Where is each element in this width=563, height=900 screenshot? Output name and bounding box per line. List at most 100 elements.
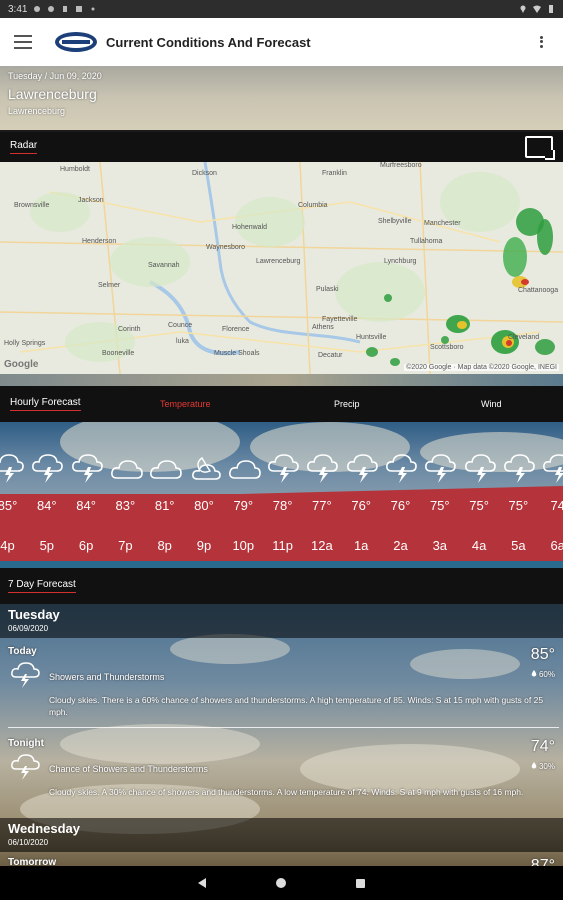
hour-time: 4a	[471, 538, 487, 553]
period-precip-value: 30%	[538, 762, 555, 771]
map-label: Florence	[222, 326, 250, 333]
hour-time: 6a	[550, 538, 563, 553]
wifi-icon	[533, 5, 541, 13]
day-date: 06/10/2020	[8, 838, 49, 847]
thunderstorm-icon	[268, 454, 299, 483]
hamburger-menu-icon[interactable]	[14, 35, 32, 49]
hour-temperature: 80°	[194, 498, 214, 513]
hour-column: 78° 11p	[263, 422, 302, 568]
thunderstorm-icon	[32, 454, 64, 483]
hour-column: 83° 7p	[106, 422, 145, 568]
map-label: Jackson	[78, 197, 104, 204]
map-label: Lynchburg	[384, 258, 417, 265]
weather-logo-icon	[55, 32, 97, 52]
map-label: Huntsville	[356, 334, 387, 341]
map-label: Athens	[312, 324, 334, 331]
period-precip-value: 60%	[538, 670, 555, 679]
map-label: Selmer	[98, 282, 121, 289]
hour-column: 84° 5p	[27, 422, 66, 568]
map-label: Columbia	[298, 202, 328, 209]
thunderstorm-icon	[503, 454, 535, 483]
hour-time: 8p	[157, 538, 172, 553]
hour-time: 11p	[272, 538, 293, 553]
period-precip: 60%	[531, 670, 555, 679]
period-condition: Showers and Thunderstorms	[49, 672, 165, 682]
hour-temperature: 81°	[154, 498, 175, 513]
recents-icon[interactable]	[356, 878, 365, 888]
home-icon[interactable]	[276, 878, 286, 888]
seven-day-forecast[interactable]: Tuesday 06/09/2020 Today Showers and Thu…	[0, 604, 563, 866]
hour-temperature: 77°	[312, 498, 332, 513]
divider	[8, 727, 559, 728]
hour-temperature: 85°	[0, 498, 18, 513]
hourly-forecast-strip[interactable]: 85° 4p 84° 5p 84° 6p 83° 7p 81° 8p 80° 9p 79° 10p 78° 1…	[0, 422, 563, 568]
period-description: Cloudy skies. A 30% chance of showers an…	[49, 787, 524, 797]
seven-day-label: 7 Day Forecast	[8, 579, 76, 593]
hour-temperature: 84°	[36, 498, 57, 513]
map-attribution[interactable]: ©2020 Google · Map data ©2020 Google, IN…	[404, 364, 559, 371]
hour-time: 5a	[511, 538, 526, 553]
back-icon[interactable]	[198, 878, 206, 888]
day-header: Tuesday 06/09/2020	[0, 604, 563, 638]
thunderstorm-icon	[464, 454, 496, 483]
map-label: Dickson	[192, 170, 217, 177]
map-label: Pulaski	[316, 286, 339, 293]
more-options-icon[interactable]	[533, 32, 549, 52]
hourly-forecast-label: Hourly Forecast	[10, 397, 81, 411]
tab-precip[interactable]: Precip	[334, 399, 360, 409]
hour-column: 77° 12a	[302, 422, 341, 568]
period-temperature: 74°	[530, 738, 555, 755]
radar-label: Radar	[10, 140, 38, 154]
battery-icon	[549, 5, 553, 13]
map-label: Savannah	[148, 262, 180, 269]
map-label: Tullahoma	[410, 238, 443, 245]
location-icon	[520, 5, 526, 13]
hour-time: 10p	[232, 538, 255, 553]
forecast-period[interactable]: Tonight Chance of Showers and Thundersto…	[0, 738, 563, 818]
dot-icon	[91, 7, 95, 11]
period-name: Tonight	[8, 738, 44, 749]
period-description: Cloudy skies. There is a 60% chance of s…	[49, 695, 544, 718]
map-label: Hohenwald	[232, 224, 268, 231]
temp-icon	[63, 6, 68, 12]
location-date: Tuesday / Jun 09, 2020	[8, 71, 102, 81]
hour-time: 5p	[39, 538, 55, 553]
forecast-period[interactable]: Tomorrow 87°	[0, 857, 563, 866]
hour-column: 81° 8p	[145, 422, 184, 568]
hour-time: 2a	[393, 538, 408, 553]
hour-column: 76° 2a	[381, 422, 420, 568]
thunderstorm-icon	[0, 454, 24, 483]
hour-temperature: 75°	[429, 498, 450, 513]
cloudy-icon	[110, 460, 143, 479]
hour-column: 75° 4a	[460, 422, 499, 568]
radar-map[interactable]: Humboldt Jackson Brownsville Henderson S…	[0, 162, 563, 374]
status-bar: 3:41	[0, 0, 563, 18]
hour-column: 79° 10p	[224, 422, 263, 568]
cloudy-icon	[228, 460, 261, 479]
map-label: Brownsville	[14, 202, 50, 209]
thunderstorm-icon	[543, 454, 563, 483]
map-label: Manchester	[424, 220, 461, 227]
hour-temperature: 84°	[76, 498, 96, 513]
map-label: Murfreesboro	[380, 162, 422, 169]
map-label: Chattanooga	[518, 287, 559, 294]
cloudy-icon	[150, 460, 182, 479]
day-name: Tuesday	[8, 607, 60, 622]
tab-temperature[interactable]: Temperature	[160, 399, 211, 409]
weather-icon	[34, 6, 41, 12]
map-label: luka	[176, 338, 189, 345]
tab-wind[interactable]: Wind	[481, 399, 502, 409]
hour-time: 7p	[118, 538, 133, 553]
forecast-period[interactable]: Today Showers and Thunderstorms 85° 60% …	[0, 646, 563, 726]
hour-time: 9p	[196, 538, 212, 553]
map-graphic	[0, 162, 563, 374]
expand-map-icon[interactable]	[525, 136, 555, 160]
map-label: Lawrenceburg	[256, 258, 301, 265]
decorative-strip	[0, 374, 563, 386]
map-label: Booneville	[102, 350, 135, 357]
hour-column: 75° 5a	[499, 422, 538, 568]
map-label: Counce	[168, 322, 193, 329]
map-label: Shelbyville	[378, 218, 412, 225]
map-label: Humboldt	[60, 166, 90, 173]
thunderstorm-icon	[425, 454, 457, 483]
